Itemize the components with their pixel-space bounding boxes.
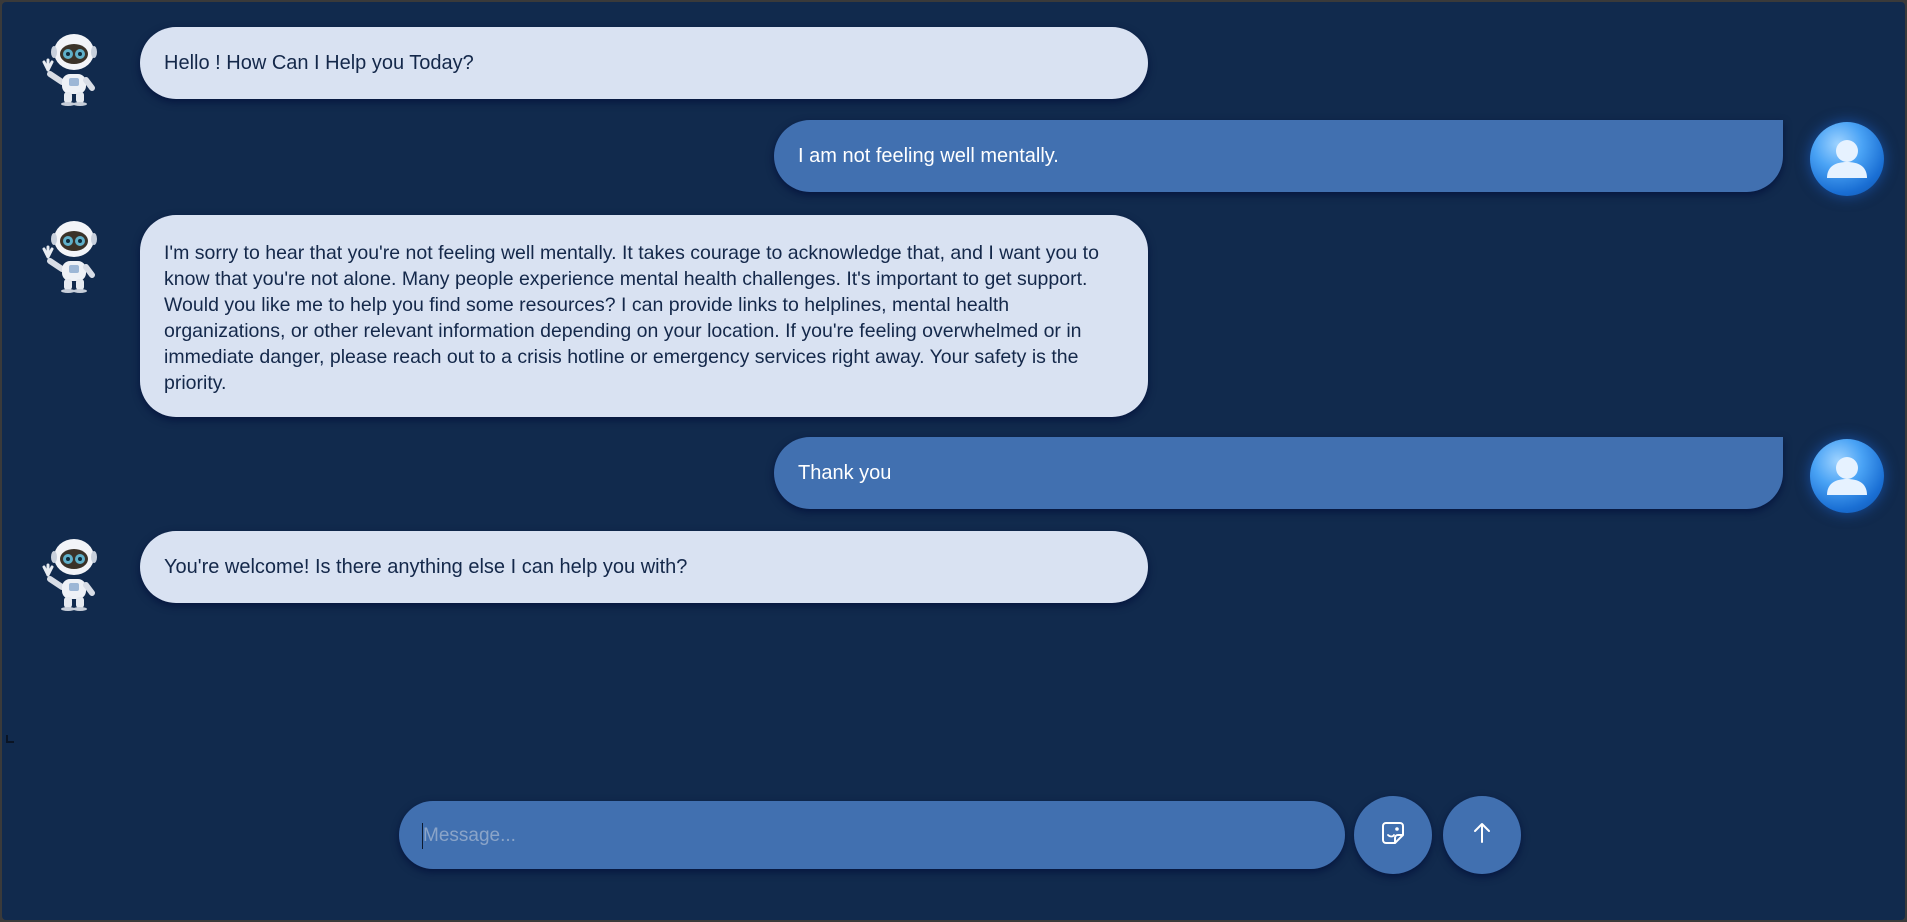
message-bubble: You're welcome! Is there anything else I… bbox=[140, 531, 1148, 603]
sticker-icon bbox=[1380, 820, 1406, 851]
message-bubble: Hello ! How Can I Help you Today? bbox=[140, 27, 1148, 99]
message-text: You're welcome! Is there anything else I… bbox=[164, 556, 688, 578]
window-corner-mark bbox=[6, 735, 14, 743]
text-caret bbox=[422, 823, 423, 849]
message-bubble: I am not feeling well mentally. bbox=[774, 120, 1783, 192]
message-text: I'm sorry to hear that you're not feelin… bbox=[164, 242, 1099, 394]
user-avatar-icon bbox=[1810, 439, 1884, 513]
message-text: Hello ! How Can I Help you Today? bbox=[164, 52, 474, 74]
message-input[interactable] bbox=[421, 801, 1325, 871]
send-button[interactable] bbox=[1443, 796, 1521, 874]
sticker-button[interactable] bbox=[1354, 796, 1432, 874]
robot-avatar-icon bbox=[40, 535, 106, 611]
message-composer bbox=[399, 801, 1345, 871]
message-text: Thank you bbox=[798, 462, 892, 484]
user-avatar-icon bbox=[1810, 122, 1884, 196]
arrow-up-icon bbox=[1471, 821, 1493, 850]
robot-avatar-icon bbox=[40, 30, 106, 106]
chat-app: Hello ! How Can I Help you Today? I am n… bbox=[2, 2, 1905, 920]
message-bubble: I'm sorry to hear that you're not feelin… bbox=[140, 215, 1148, 417]
message-text: I am not feeling well mentally. bbox=[798, 145, 1059, 167]
robot-avatar-icon bbox=[40, 217, 106, 293]
message-bubble: Thank you bbox=[774, 437, 1783, 509]
